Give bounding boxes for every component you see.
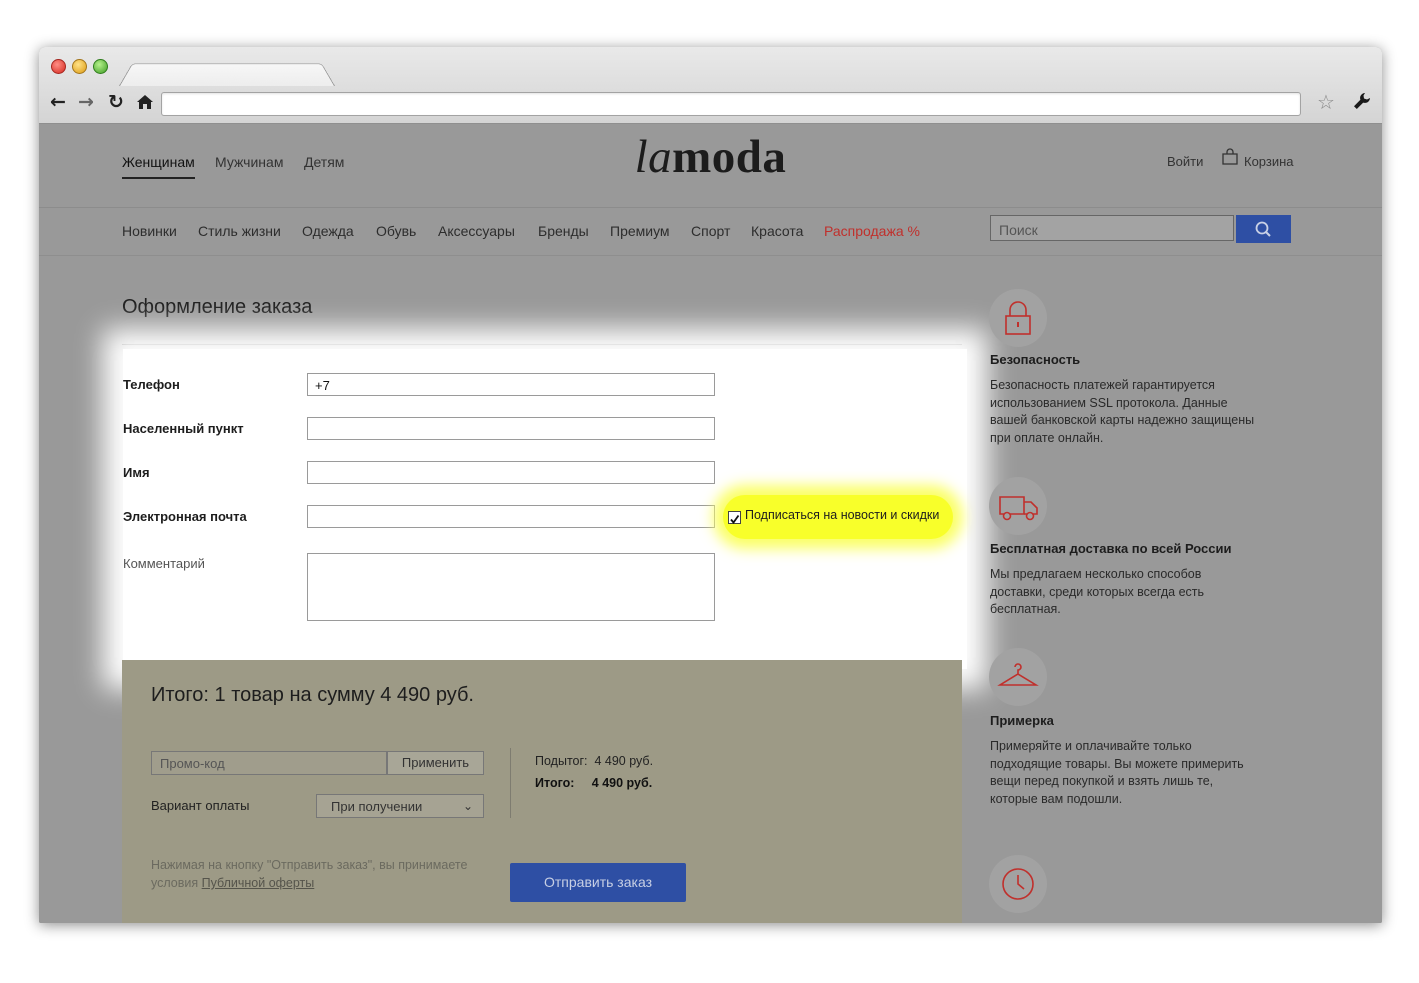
benefit-fitting-text: Примеряйте и оплачивайте только подходящ… xyxy=(990,739,1244,806)
email-input[interactable] xyxy=(307,505,715,528)
search-icon xyxy=(1255,221,1271,237)
phone-label: Телефон xyxy=(123,377,180,392)
address-bar[interactable] xyxy=(161,92,1301,116)
comment-textarea[interactable] xyxy=(307,553,715,621)
benefit-delivery-title: Бесплатная доставка по всей России xyxy=(990,541,1232,556)
logo-part-la: la xyxy=(634,131,673,183)
payment-selected-value: При получении xyxy=(331,799,423,814)
category-accessories[interactable]: Аксессуары xyxy=(438,223,515,239)
apply-promo-button[interactable]: Применить xyxy=(387,751,484,775)
lock-icon-circle xyxy=(989,289,1047,347)
category-lifestyle[interactable]: Стиль жизни xyxy=(198,223,281,239)
subtotal-row: Подытог: 4 490 руб. xyxy=(535,754,653,768)
order-summary: Итого: 1 товар на сумму 4 490 руб. Промо… xyxy=(122,660,962,923)
header-divider xyxy=(39,207,1382,208)
category-beauty[interactable]: Красота xyxy=(751,223,803,239)
checkmark-icon xyxy=(730,514,740,524)
truck-icon xyxy=(999,496,1038,521)
order-total-heading: Итого: 1 товар на сумму 4 490 руб. xyxy=(151,684,474,706)
benefit-security-title: Безопасность xyxy=(990,352,1081,367)
search-button[interactable] xyxy=(1236,215,1291,243)
checkout-form: Телефон +7 Населенный пункт Имя Электрон… xyxy=(123,349,967,669)
home-icon[interactable] xyxy=(136,93,154,111)
wrench-icon[interactable] xyxy=(1352,91,1372,111)
terms-notice: Нажимая на кнопку "Отправить заказ", вы … xyxy=(151,856,491,892)
category-new[interactable]: Новинки xyxy=(122,223,177,239)
category-sale[interactable]: Распродажа % xyxy=(824,223,920,239)
name-input[interactable] xyxy=(307,461,715,484)
clock-icon xyxy=(1002,868,1034,900)
browser-toolbar: ← → ↻ ☆ xyxy=(39,47,1382,124)
browser-tab[interactable] xyxy=(119,63,335,86)
logo-part-moda: moda xyxy=(672,131,787,183)
bookmark-star-icon[interactable]: ☆ xyxy=(1317,90,1335,114)
title-underline xyxy=(122,344,962,345)
category-brands[interactable]: Бренды xyxy=(538,223,589,239)
subscribe-checkbox[interactable] xyxy=(728,511,741,524)
reload-icon[interactable]: ↻ xyxy=(105,91,127,113)
subtotal-label: Подытог: xyxy=(535,754,588,768)
payment-select[interactable]: При получении ⌄ xyxy=(316,794,484,818)
summary-divider xyxy=(510,748,511,818)
total-label: Итого: xyxy=(535,776,575,790)
benefit-delivery-text: Мы предлагаем несколько способов доставк… xyxy=(990,567,1205,616)
hanger-icon xyxy=(997,663,1039,686)
nav-divider xyxy=(39,255,1382,256)
back-arrow-icon[interactable]: ← xyxy=(47,91,69,113)
city-input[interactable] xyxy=(307,417,715,440)
close-window-button[interactable] xyxy=(51,59,66,74)
category-shoes[interactable]: Обувь xyxy=(376,223,416,239)
login-link[interactable]: Войти xyxy=(1167,154,1203,169)
phone-input[interactable]: +7 xyxy=(307,373,715,396)
cart-link[interactable]: Корзина xyxy=(1244,154,1294,169)
lock-icon xyxy=(1005,301,1031,335)
public-offer-link[interactable]: Публичной оферты xyxy=(202,876,315,890)
total-value: 4 490 руб. xyxy=(591,776,653,790)
promo-code-input[interactable]: Промо-код xyxy=(151,751,387,775)
browser-window: ← → ↻ ☆ Женщинам Мужчинам Детям lamoda В… xyxy=(39,47,1382,923)
subtotal-value: 4 490 руб. xyxy=(594,754,654,768)
benefit-security-text: Безопасность платежей гарантируется испо… xyxy=(990,378,1255,445)
email-label: Электронная почта xyxy=(123,509,247,524)
category-premium[interactable]: Премиум xyxy=(610,223,670,239)
truck-icon-circle xyxy=(989,477,1047,535)
subscribe-label[interactable]: Подписаться на новости и скидки xyxy=(745,508,939,522)
payment-label: Вариант оплаты xyxy=(151,798,250,813)
total-row: Итого: 4 490 руб. xyxy=(535,776,652,790)
hanger-icon-circle xyxy=(989,648,1047,706)
submit-order-button[interactable]: Отправить заказ xyxy=(510,863,686,902)
search-input[interactable]: Поиск xyxy=(990,215,1234,241)
lamoda-page: Женщинам Мужчинам Детям lamoda Войти Кор… xyxy=(39,124,1382,923)
category-sport[interactable]: Спорт xyxy=(691,223,730,239)
comment-label: Комментарий xyxy=(123,556,205,571)
chevron-down-icon: ⌄ xyxy=(462,799,473,813)
cart-bag-icon[interactable] xyxy=(1221,148,1239,166)
page-title: Оформление заказа xyxy=(122,296,313,318)
maximize-window-button[interactable] xyxy=(93,59,108,74)
benefit-fitting-title: Примерка xyxy=(990,713,1054,728)
minimize-window-button[interactable] xyxy=(72,59,87,74)
name-label: Имя xyxy=(123,465,150,480)
category-clothing[interactable]: Одежда xyxy=(302,223,354,239)
clock-icon-circle xyxy=(989,855,1047,913)
city-label: Населенный пункт xyxy=(123,421,244,436)
forward-arrow-icon[interactable]: → xyxy=(75,91,97,113)
